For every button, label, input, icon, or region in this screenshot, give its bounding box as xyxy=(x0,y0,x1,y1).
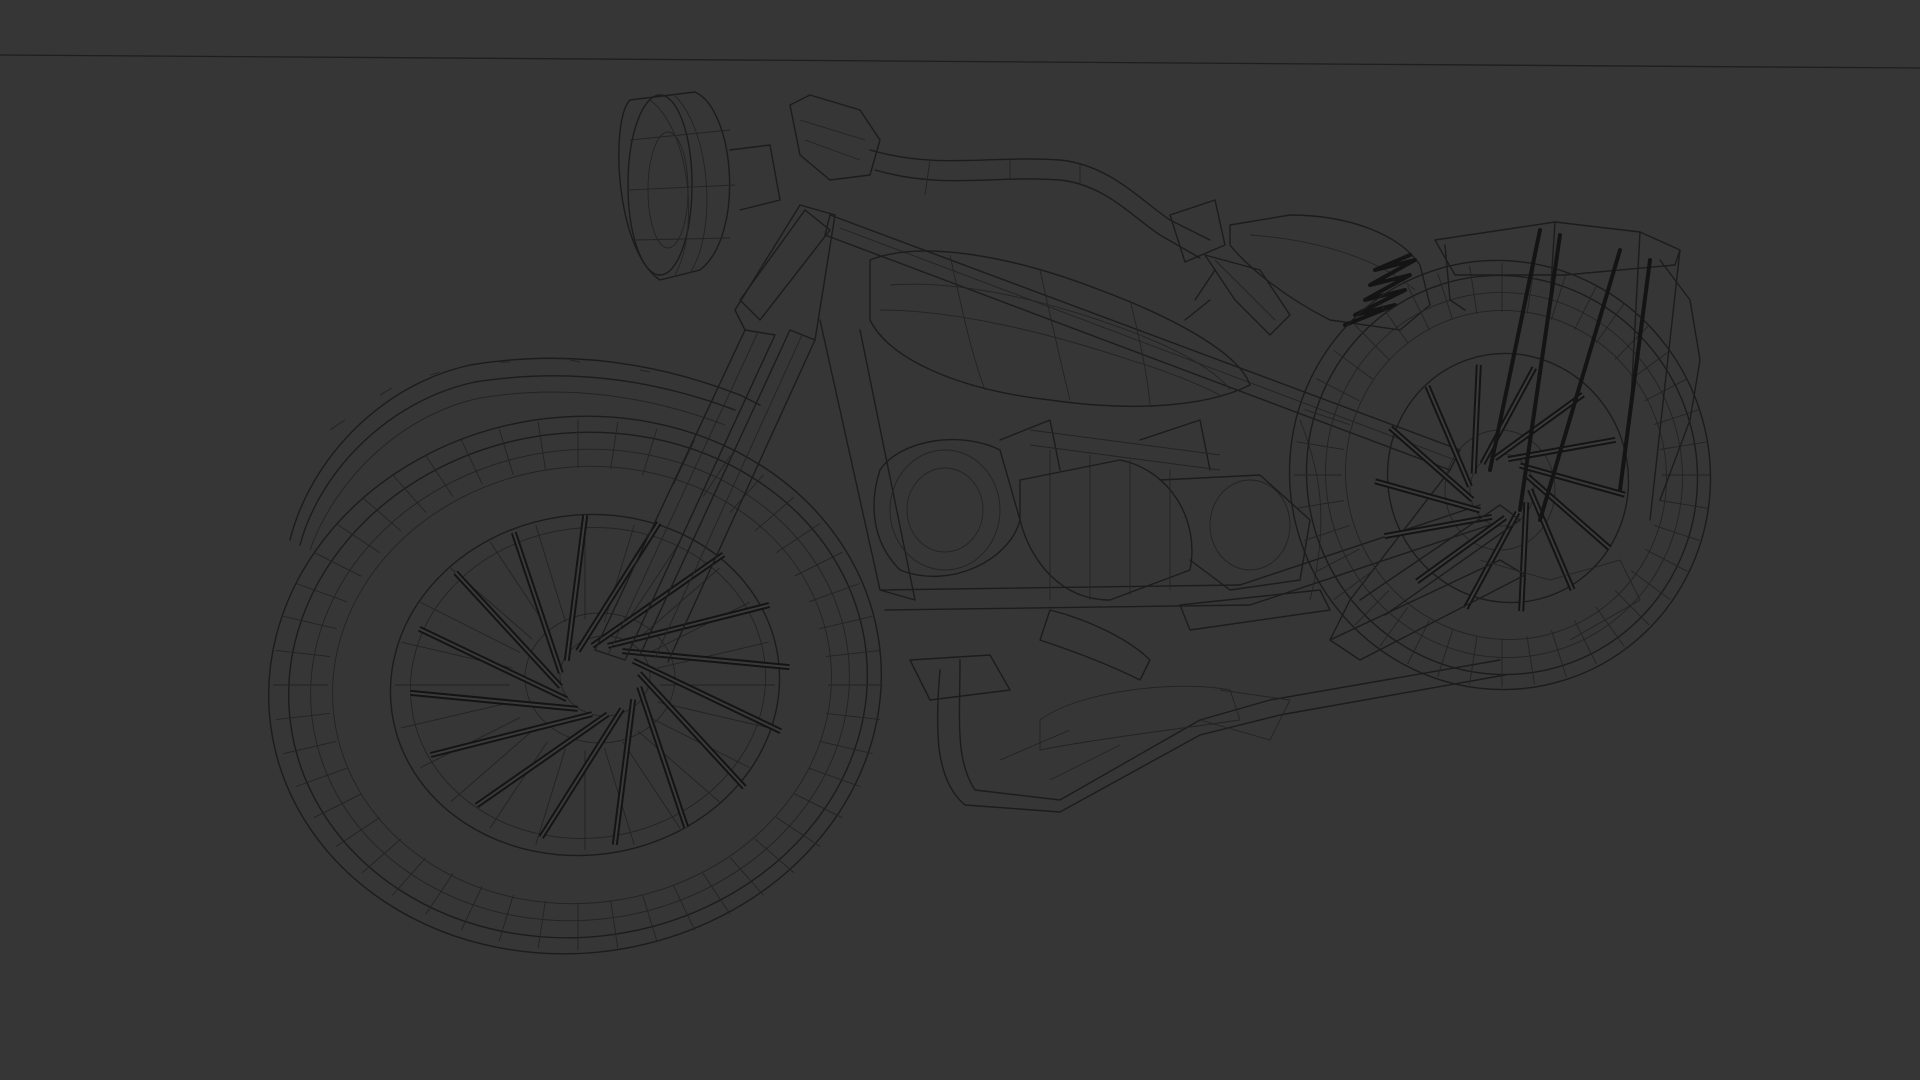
rear-tire-tread xyxy=(1379,606,1409,647)
front-tire-tread xyxy=(362,497,402,532)
front-tire-tread xyxy=(819,740,873,755)
front-fork xyxy=(594,204,836,663)
front-tire-tread xyxy=(537,900,546,949)
front-spoke xyxy=(540,708,623,838)
front-tire-tread xyxy=(825,649,881,658)
fuel-tank xyxy=(869,250,1251,407)
front-rim-segment xyxy=(637,730,720,803)
rear-tire-tread xyxy=(1659,500,1708,509)
front-tire-tread xyxy=(275,649,331,658)
front-tire-tread xyxy=(460,439,483,485)
front-spoke xyxy=(638,686,688,828)
front-tire-tread xyxy=(673,885,696,931)
rear-tire-tread xyxy=(1379,303,1409,344)
rear-tire-tread xyxy=(1316,378,1360,402)
front-tire-tread xyxy=(537,421,546,470)
front-spoke xyxy=(512,532,562,674)
front-tire-tread xyxy=(391,857,427,896)
engine xyxy=(873,419,1311,601)
swingarm xyxy=(1329,504,1641,661)
rear-tire-tread xyxy=(1550,630,1567,677)
front-tire-tread xyxy=(498,894,514,942)
front-tire-tread xyxy=(794,793,843,819)
front-spoke xyxy=(418,627,568,701)
front-tire-tread xyxy=(794,551,843,577)
front-tire-tread xyxy=(425,873,454,916)
front-rim-segment xyxy=(489,741,548,829)
front-tire-tread xyxy=(425,454,454,497)
front-tire-tread xyxy=(776,523,821,553)
wireframe-scene[interactable] xyxy=(0,0,1920,1080)
front-tire-tread xyxy=(283,615,337,630)
front-tire-tread xyxy=(825,712,881,721)
headlight xyxy=(618,91,781,281)
rear-tire-tread xyxy=(1595,606,1625,647)
front-tire-tread xyxy=(296,767,348,787)
front-tire-tread xyxy=(642,894,658,942)
front-wheel xyxy=(268,415,883,955)
handlebar xyxy=(789,94,1291,336)
rear-tire-tread xyxy=(1304,524,1350,542)
front-tire-tread xyxy=(729,474,765,513)
front-tire-tread xyxy=(754,497,794,532)
rear-tire-tread xyxy=(1614,324,1650,360)
exhaust xyxy=(909,654,1506,813)
rear-tire-tread xyxy=(1354,324,1390,360)
front-tire-tread xyxy=(283,740,337,755)
front-tire-tread xyxy=(498,428,514,476)
front-rim-segment xyxy=(401,701,513,729)
front-rim-segment xyxy=(649,601,750,653)
front-tire-tread xyxy=(754,838,794,873)
front-spoke xyxy=(607,604,770,647)
rear-tire-tread xyxy=(1654,524,1700,542)
front-tire-tread xyxy=(275,712,331,721)
foot-peg xyxy=(1039,589,1331,681)
front-tire-tread xyxy=(808,767,860,787)
front-tire-tread xyxy=(610,900,619,949)
front-tire-tread xyxy=(335,817,380,847)
rear-tire-tread xyxy=(1659,441,1708,450)
front-tire-tread xyxy=(819,615,873,630)
front-tire-tread xyxy=(610,421,619,470)
front-tire-tread xyxy=(362,838,402,873)
front-tire-tread xyxy=(642,428,658,476)
rear-tire-tread xyxy=(1296,441,1345,450)
front-tire-tread xyxy=(313,793,362,819)
rear-wheel xyxy=(1288,259,1712,691)
seat-spring xyxy=(1343,253,1417,327)
rear-tire-tread xyxy=(1644,548,1688,572)
rear-tire-tread xyxy=(1469,265,1478,314)
rear-tire-tread xyxy=(1526,636,1535,685)
rear-spoke xyxy=(1384,515,1492,538)
rear-tire-tread xyxy=(1614,590,1650,626)
rear-tire-tread xyxy=(1469,636,1478,685)
rear-spoke xyxy=(1529,489,1574,591)
horizon-line xyxy=(0,54,1920,69)
front-tire-tread xyxy=(702,873,731,916)
3d-viewport[interactable] xyxy=(0,0,1920,1080)
